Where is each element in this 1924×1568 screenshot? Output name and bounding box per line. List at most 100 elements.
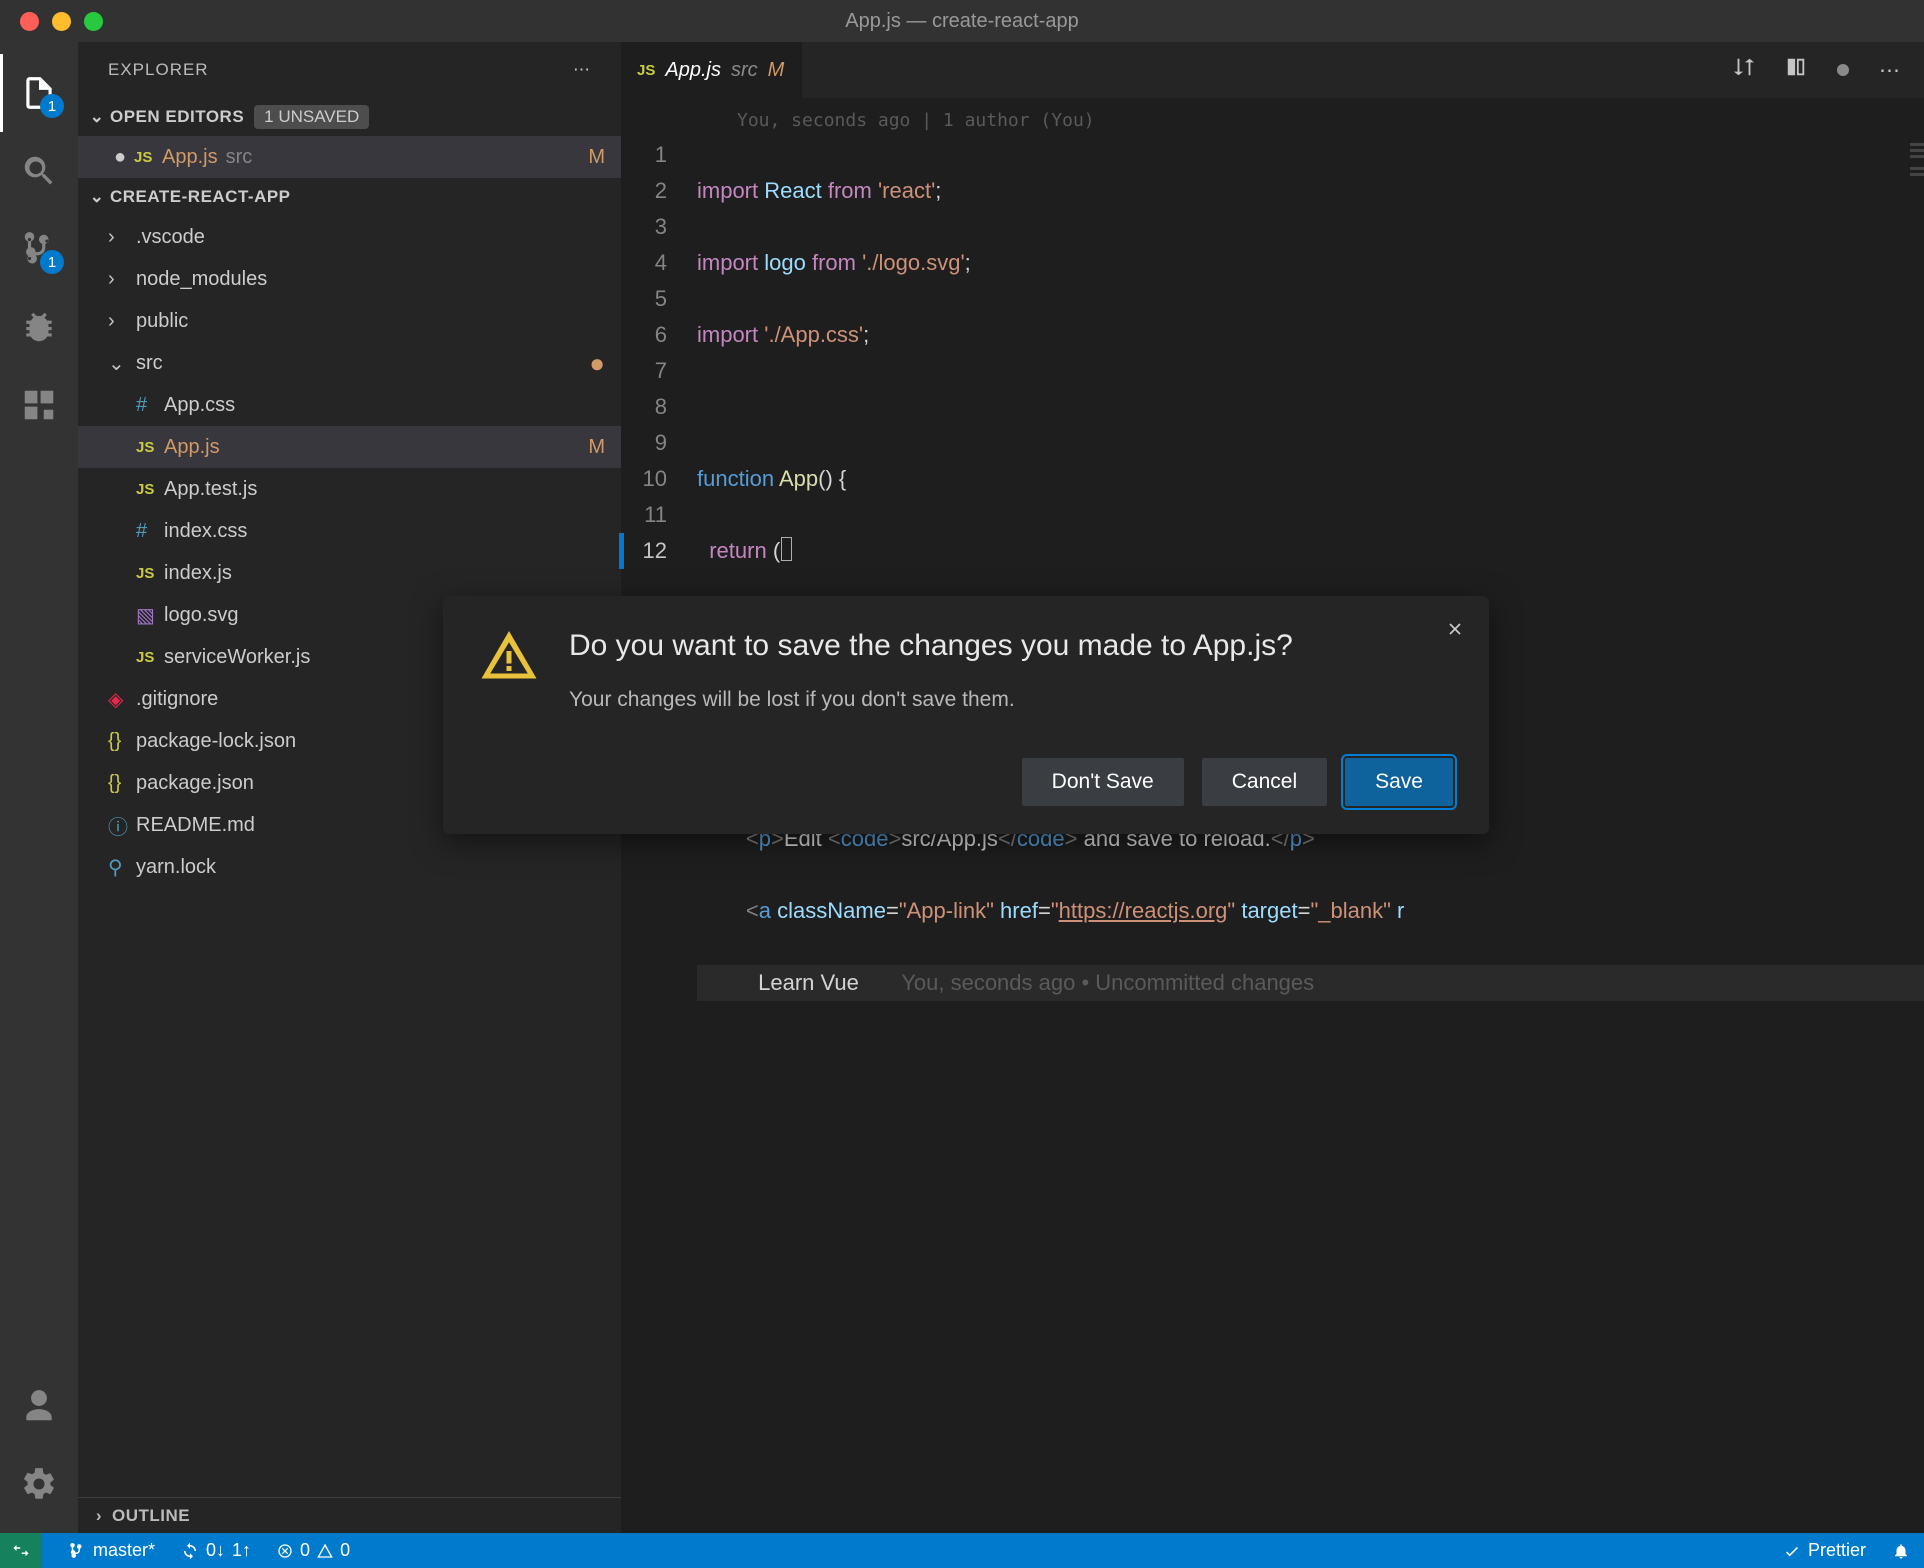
- tab-more-button[interactable]: ⋯: [1879, 58, 1900, 83]
- file-index-css[interactable]: #index.css: [78, 510, 621, 552]
- explorer-title: EXPLORER: [108, 60, 209, 80]
- js-file-icon: JS: [136, 649, 164, 666]
- error-count: 0: [300, 1540, 310, 1561]
- warning-icon: [479, 626, 539, 712]
- js-file-icon: JS: [136, 439, 164, 456]
- activity-explorer[interactable]: 1: [0, 54, 78, 132]
- branch-icon: [68, 1542, 86, 1560]
- css-file-icon: #: [136, 520, 164, 543]
- activity-debug[interactable]: [0, 288, 78, 366]
- status-notifications[interactable]: [1892, 1542, 1910, 1560]
- branch-name: master*: [93, 1540, 155, 1561]
- save-dialog: Do you want to save the changes you made…: [443, 596, 1489, 834]
- json-file-icon: {}: [108, 730, 136, 753]
- outline-label: OUTLINE: [112, 1506, 190, 1526]
- js-file-icon: JS: [134, 149, 162, 166]
- tab-path: src: [731, 59, 758, 82]
- svg-file-icon: ▧: [136, 603, 164, 628]
- gear-icon: [20, 1465, 58, 1503]
- file-status: M: [588, 436, 605, 459]
- open-editor-status: M: [588, 146, 605, 169]
- status-sync[interactable]: 0↓ 1↑: [181, 1540, 251, 1561]
- minimap[interactable]: [1904, 137, 1924, 347]
- open-editor-name: App.js: [162, 146, 218, 169]
- dont-save-button[interactable]: Don't Save: [1022, 758, 1184, 806]
- scm-badge: 1: [40, 250, 64, 274]
- tab-status: M: [768, 59, 785, 82]
- window-title: App.js — create-react-app: [0, 10, 1924, 33]
- window-zoom-button[interactable]: [84, 12, 103, 31]
- cancel-button[interactable]: Cancel: [1202, 758, 1327, 806]
- status-problems[interactable]: 0 0: [277, 1540, 350, 1561]
- check-icon: [1783, 1542, 1801, 1560]
- project-label: CREATE-REACT-APP: [110, 187, 291, 207]
- editor-tabs: JS App.js src M ⋯: [621, 42, 1924, 98]
- account-icon: [20, 1387, 58, 1425]
- git-file-icon: ◈: [108, 687, 136, 712]
- project-header[interactable]: ⌄ CREATE-REACT-APP: [78, 178, 621, 216]
- window-close-button[interactable]: [20, 12, 39, 31]
- remote-icon: [12, 1542, 30, 1560]
- activity-search[interactable]: [0, 132, 78, 210]
- chevron-down-icon: ⌄: [84, 187, 110, 207]
- file-app-js[interactable]: JSApp.jsM: [78, 426, 621, 468]
- status-branch[interactable]: master*: [68, 1540, 155, 1561]
- chevron-right-icon: ›: [108, 226, 136, 249]
- window-minimize-button[interactable]: [52, 12, 71, 31]
- activity-settings[interactable]: [0, 1445, 78, 1523]
- json-file-icon: {}: [108, 772, 136, 795]
- save-button[interactable]: Save: [1345, 758, 1453, 806]
- explorer-header: EXPLORER ⋯: [78, 42, 621, 98]
- explorer-badge: 1: [40, 94, 64, 118]
- outline-header[interactable]: › OUTLINE: [78, 1497, 621, 1533]
- sync-icon: [181, 1542, 199, 1560]
- prettier-label: Prettier: [1808, 1540, 1866, 1561]
- open-editors-header[interactable]: ⌄ OPEN EDITORS 1 UNSAVED: [78, 98, 621, 136]
- titlebar: App.js — create-react-app: [0, 0, 1924, 42]
- explorer-more-button[interactable]: ⋯: [573, 60, 591, 80]
- tab-app-js[interactable]: JS App.js src M: [621, 42, 803, 98]
- folder-public[interactable]: ›public: [78, 300, 621, 342]
- error-icon: [277, 1543, 293, 1559]
- open-editor-item[interactable]: ● JS App.js src M: [78, 136, 621, 178]
- status-prettier[interactable]: Prettier: [1783, 1540, 1866, 1561]
- chevron-down-icon: ⌄: [108, 351, 136, 376]
- warning-count: 0: [340, 1540, 350, 1561]
- open-editor-path: src: [226, 146, 253, 169]
- dialog-body-text: Your changes will be lost if you don't s…: [569, 688, 1293, 712]
- file-app-test-js[interactable]: JSApp.test.js: [78, 468, 621, 510]
- chevron-right-icon: ›: [108, 310, 136, 333]
- dialog-close-button[interactable]: [1445, 618, 1465, 646]
- chevron-down-icon: ⌄: [84, 107, 110, 127]
- bug-icon: [20, 308, 58, 346]
- open-editors-label: OPEN EDITORS: [110, 107, 244, 127]
- folder-modified-dot: ●: [589, 348, 605, 379]
- activity-extensions[interactable]: [0, 366, 78, 444]
- js-file-icon: JS: [136, 565, 164, 582]
- file-index-js[interactable]: JSindex.js: [78, 552, 621, 594]
- split-icon: [1785, 56, 1807, 78]
- activity-bar: 1 1: [0, 42, 78, 1533]
- activity-scm[interactable]: 1: [0, 210, 78, 288]
- unsaved-indicator: 1 UNSAVED: [254, 105, 369, 129]
- chevron-right-icon: ›: [108, 268, 136, 291]
- compare-changes-button[interactable]: [1733, 56, 1755, 84]
- extensions-icon: [20, 386, 58, 424]
- folder-node-modules[interactable]: ›node_modules: [78, 258, 621, 300]
- file-yarn-lock[interactable]: ⚲yarn.lock: [78, 846, 621, 888]
- tab-dirty-indicator[interactable]: [1837, 58, 1849, 82]
- status-remote[interactable]: [0, 1533, 42, 1568]
- split-editor-button[interactable]: [1785, 56, 1807, 84]
- sync-down: 0↓: [206, 1540, 225, 1561]
- yarn-file-icon: ⚲: [108, 855, 136, 880]
- gitlens-blame: You, seconds ago | 1 author (You): [621, 98, 1924, 137]
- activity-accounts[interactable]: [0, 1367, 78, 1445]
- dialog-title: Do you want to save the changes you made…: [569, 626, 1293, 666]
- file-app-css[interactable]: #App.css: [78, 384, 621, 426]
- tab-actions: ⋯: [1733, 56, 1914, 84]
- warning-icon: [317, 1543, 333, 1559]
- info-file-icon: ⓘ: [108, 811, 136, 840]
- search-icon: [20, 152, 58, 190]
- folder-vscode[interactable]: ›.vscode: [78, 216, 621, 258]
- folder-src[interactable]: ⌄src●: [78, 342, 621, 384]
